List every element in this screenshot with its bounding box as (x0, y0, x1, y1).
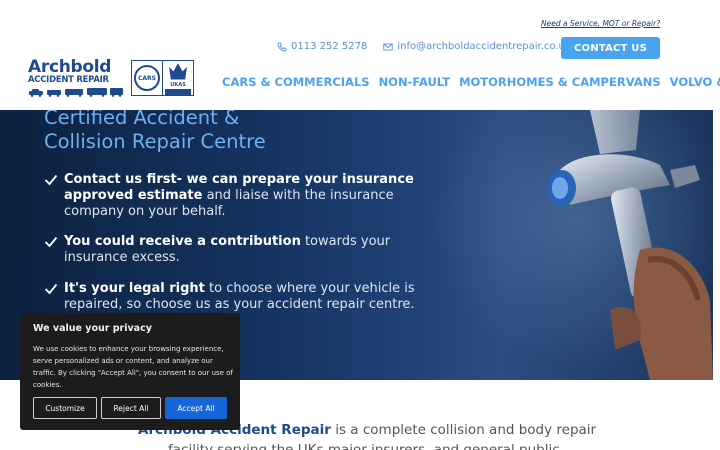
checkmark-icon (44, 174, 58, 186)
bullet-2-bold: You could receive a contribution (64, 234, 301, 249)
contact-row: 0113 252 5278 info@archboldaccidentrepai… (277, 41, 587, 52)
checkmark-icon (44, 283, 58, 295)
ukas-bar (165, 88, 191, 95)
accept-all-button[interactable]: Accept All (165, 397, 227, 419)
hero-title-line-1: Certified Accident & (44, 110, 240, 129)
email-contact[interactable]: info@archboldaccidentrepair.co.uk (383, 41, 571, 52)
intro-line-2: facility serving the UKs major insurers,… (168, 442, 560, 450)
hero-bullet-2: You could receive a contribution towards… (44, 234, 424, 266)
email-address: info@archboldaccidentrepair.co.uk (397, 41, 571, 52)
cookie-description: We use cookies to enhance your browsing … (33, 345, 233, 389)
cookie-title: We value your privacy (33, 323, 152, 334)
vehicles-icon (29, 88, 123, 97)
phone-icon (277, 42, 287, 51)
nav-item-volvo[interactable]: VOLVO & FO (670, 75, 720, 89)
ukas-certification-badge: UKAS (162, 60, 194, 96)
hero-bullet-1: Contact us first- we can prepare your in… (44, 172, 424, 220)
site-logo[interactable]: Archbold ACCIDENT REPAIR CARS UKAS (28, 57, 194, 99)
cars-certification-badge: CARS (131, 60, 163, 96)
main-nav: CARS & COMMERCIALS NON-FAULT MOTORHOMES … (222, 75, 720, 89)
hero-title-line-2: Collision Repair Centre (44, 130, 266, 153)
cars-badge-label: CARS (134, 65, 160, 91)
hero-bullet-3: It's your legal right to choose where yo… (44, 281, 424, 313)
contact-us-button[interactable]: CONTACT US (561, 37, 660, 59)
bullet-3-bold: It's your legal right (64, 281, 205, 296)
cookie-consent-banner: We value your privacy We use cookies to … (20, 313, 240, 430)
reject-all-button[interactable]: Reject All (101, 397, 161, 419)
checkmark-icon (44, 236, 58, 248)
ukas-badge-label: UKAS (170, 81, 186, 88)
nav-item-non-fault[interactable]: NON-FAULT (379, 75, 451, 89)
service-mot-repair-link[interactable]: Need a Service, MOT or Repair? (541, 19, 660, 28)
nav-item-cars-commercials[interactable]: CARS & COMMERCIALS (222, 75, 370, 89)
site-header: Need a Service, MOT or Repair? 0113 252 … (0, 0, 720, 110)
nav-item-motorhomes-campervans[interactable]: MOTORHOMES & CAMPERVANS (459, 75, 661, 89)
envelope-icon (383, 43, 393, 50)
intro-line-1-rest: is a complete collision and body repair (330, 422, 597, 438)
phone-contact[interactable]: 0113 252 5278 (277, 41, 367, 52)
customize-button[interactable]: Customize (33, 397, 97, 419)
spray-gun-image (548, 110, 713, 380)
logo-subtitle: ACCIDENT REPAIR (28, 74, 109, 84)
crown-icon (169, 63, 187, 80)
phone-number: 0113 252 5278 (291, 41, 368, 52)
